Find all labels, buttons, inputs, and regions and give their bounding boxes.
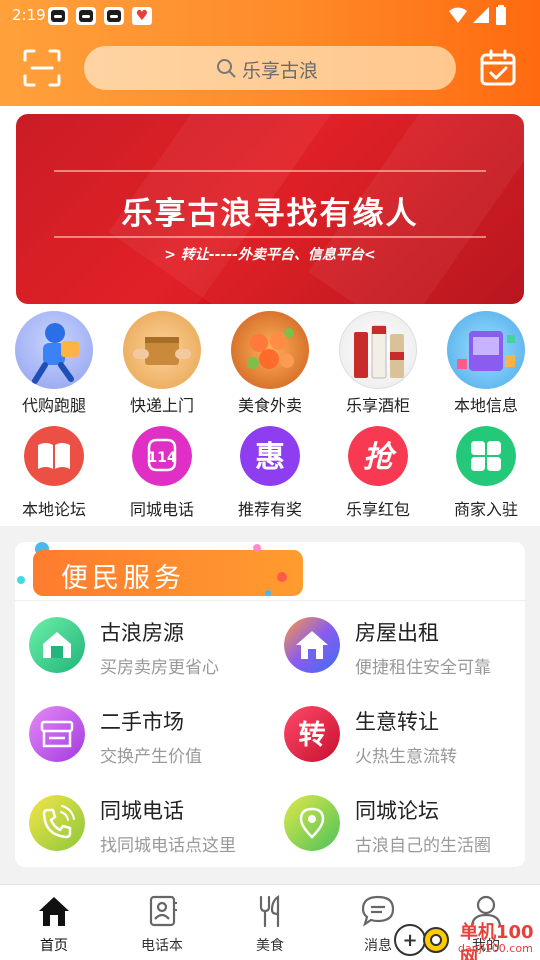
grid-label: 快递上门: [129, 396, 194, 415]
liquor-icon: [339, 311, 417, 389]
search-input[interactable]: 乐享古浪: [84, 46, 456, 90]
grid-label: 商家入驻: [453, 500, 518, 519]
phone-114-icon: 114: [132, 426, 192, 486]
watermark-sub: danji100.com: [458, 942, 533, 955]
divider: [15, 600, 525, 601]
svg-text:惠: 惠: [255, 440, 285, 475]
scan-icon[interactable]: [22, 48, 62, 88]
signal-icon: [473, 7, 489, 23]
search-placeholder: 乐享古浪: [242, 60, 319, 82]
service-name: 生意转让: [355, 710, 439, 734]
service-name: 房屋出租: [355, 621, 439, 645]
service-desc: 找同城电话点这里: [100, 836, 236, 856]
svg-text:转: 转: [299, 720, 326, 751]
tab-home[interactable]: 首页: [0, 885, 108, 960]
notification-icon: [76, 7, 96, 25]
service-desc: 交换产生价值: [100, 747, 202, 767]
decor-dot: [265, 590, 271, 596]
service-name: 古浪房源: [100, 621, 184, 645]
svg-text:+: +: [402, 930, 417, 951]
food-icon: [231, 311, 309, 389]
grid-label: 代购跑腿: [21, 396, 86, 415]
location-pin-icon: [284, 795, 340, 851]
calendar-icon[interactable]: [478, 48, 518, 88]
store-icon: [29, 706, 85, 762]
service-desc: 便捷租住安全可靠: [355, 658, 491, 678]
grid-label: 乐享红包: [345, 500, 410, 519]
service-name: 同城论坛: [355, 799, 439, 823]
service-desc: 古浪自己的生活圈: [355, 836, 491, 856]
tab-label: 电话本: [141, 938, 183, 954]
tab-label: 美食: [256, 938, 284, 954]
svg-text:抢: 抢: [363, 440, 397, 475]
services-title: 便民服务: [61, 563, 185, 594]
tab-food[interactable]: 美食: [216, 885, 324, 960]
home-icon: [284, 617, 340, 673]
shop-icon: [447, 311, 525, 389]
services-title-banner: 便民服务: [33, 550, 303, 596]
notification-icon: [104, 7, 124, 25]
banner-subtitle: > 转让-----外卖平台、信息平台<: [164, 247, 376, 263]
tab-contacts[interactable]: 电话本: [108, 885, 216, 960]
runner-icon: [15, 311, 93, 389]
home-content: 乐享古浪寻找有缘人 > 转让-----外卖平台、信息平台< 代购跑腿 快递上门 …: [0, 106, 540, 526]
battery-icon: [496, 5, 506, 25]
decor-dot: [277, 572, 287, 582]
health-app-icon: ♥: [132, 7, 152, 25]
banner-title: 乐享古浪寻找有缘人: [121, 196, 419, 232]
status-bar: 2:19 ♥: [0, 0, 540, 32]
hui-icon: 惠: [240, 426, 300, 486]
convenience-services-card: 便民服务 古浪房源 买房卖房更省心 房屋出租 便捷租住安全可靠 二手市场 交换产…: [15, 542, 525, 867]
decor-dot: [17, 576, 25, 584]
wifi-icon: [449, 7, 467, 23]
grid-label: 乐享酒柜: [345, 396, 410, 415]
decor-dot: [287, 550, 301, 564]
contacts-icon: [149, 895, 177, 927]
grid-label: 同城电话: [129, 500, 194, 519]
promo-banner[interactable]: 乐享古浪寻找有缘人 > 转让-----外卖平台、信息平台<: [16, 114, 524, 304]
grid-label: 美食外卖: [237, 396, 302, 415]
service-desc: 火热生意流转: [355, 747, 457, 767]
house-icon: [29, 617, 85, 673]
svg-text:114: 114: [147, 450, 176, 466]
home-tab-icon: [39, 897, 69, 926]
package-icon: [123, 311, 201, 389]
clover-icon: [456, 426, 516, 486]
grid-label: 本地信息: [453, 396, 518, 415]
telephone-icon: [29, 795, 85, 851]
service-name: 二手市场: [100, 710, 184, 734]
grid-label: 本地论坛: [21, 500, 86, 519]
app-header: 2:19 ♥ 乐享古浪: [0, 0, 540, 106]
service-name: 同城电话: [100, 799, 184, 823]
grid-label: 推荐有奖: [237, 500, 302, 519]
qiang-icon: 抢: [348, 426, 408, 486]
search-icon: [217, 59, 236, 78]
decor-dot: [253, 544, 261, 552]
zhuan-icon: 转: [284, 706, 340, 762]
book-icon: [24, 426, 84, 486]
tab-label: 首页: [40, 938, 68, 954]
utensils-icon: [259, 894, 280, 928]
service-desc: 买房卖房更省心: [100, 658, 219, 678]
notification-icon: [48, 7, 68, 25]
status-time: 2:19: [12, 6, 46, 24]
